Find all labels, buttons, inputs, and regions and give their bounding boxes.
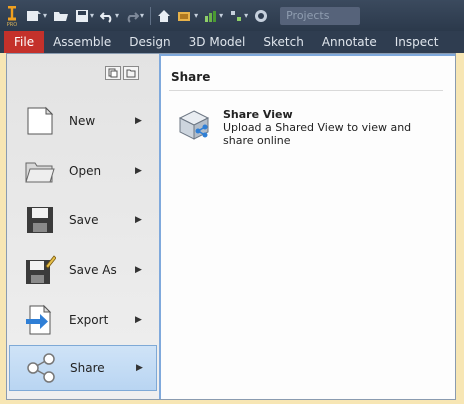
menu-item-label: Save: [69, 213, 99, 227]
submenu-arrow-icon: ▶: [135, 215, 142, 225]
chevron-down-icon[interactable]: ▾: [194, 11, 198, 20]
recent-documents-icon[interactable]: [105, 66, 121, 80]
submenu-arrow-icon: ▶: [135, 265, 142, 275]
submenu-arrow-icon: ▶: [135, 315, 142, 325]
file-menu-panel: New ▶ Open ▶ Save ▶ Save As ▶ Export ▶ S…: [6, 53, 456, 400]
chevron-down-icon[interactable]: ▾: [219, 11, 223, 20]
divider: [169, 90, 443, 91]
chevron-down-icon[interactable]: ▾: [115, 11, 119, 20]
select-icon[interactable]: ▾: [229, 6, 248, 26]
menu-item-label: Save As: [69, 263, 117, 277]
open-folder-icon: [23, 154, 57, 188]
project-selector[interactable]: Projects: [280, 6, 361, 25]
app-logo-icon: PRO: [4, 4, 20, 28]
tab-file[interactable]: File: [4, 31, 45, 53]
open-icon[interactable]: [53, 6, 69, 26]
tab-inspect[interactable]: Inspect: [386, 31, 448, 53]
menu-item-share[interactable]: Share ▶: [9, 345, 157, 391]
new-icon[interactable]: ▾: [26, 6, 47, 26]
submenu-arrow-icon: ▶: [136, 363, 143, 373]
share-submenu: Share Share View Upload a Shared View to…: [159, 54, 455, 399]
tab-assemble[interactable]: Assemble: [44, 31, 120, 53]
ribbon-tabs: File Assemble Design 3D Model Sketch Ann…: [0, 31, 464, 53]
menu-item-export[interactable]: Export ▶: [9, 297, 157, 343]
save-disk-icon: [23, 203, 57, 237]
chevron-down-icon[interactable]: ▾: [140, 11, 144, 20]
menu-item-new[interactable]: New ▶: [9, 98, 157, 144]
menu-item-label: New: [69, 114, 96, 128]
save-as-icon: [23, 253, 57, 287]
tab-design[interactable]: Design: [120, 31, 179, 53]
quick-access-toolbar: PRO ▾ ▾ ▾ ▾ ▾ ▾ ▾ Projects: [0, 0, 464, 31]
export-icon: [23, 303, 57, 337]
appearance-icon[interactable]: [254, 6, 268, 26]
share-view-title: Share View: [223, 108, 293, 121]
home-icon[interactable]: [157, 6, 171, 26]
tab-annotate[interactable]: Annotate: [313, 31, 386, 53]
chevron-down-icon[interactable]: ▾: [90, 11, 94, 20]
save-icon[interactable]: ▾: [75, 6, 94, 26]
submenu-arrow-icon: ▶: [135, 166, 142, 176]
tab-sketch[interactable]: Sketch: [254, 31, 312, 53]
view-buttons: [105, 66, 139, 80]
menu-item-label: Export: [69, 313, 109, 327]
menu-item-label: Open: [69, 164, 102, 178]
redo-icon[interactable]: ▾: [125, 6, 144, 26]
submenu-title: Share: [171, 70, 211, 84]
new-document-icon: [23, 104, 57, 138]
properties-icon[interactable]: ▾: [204, 6, 223, 26]
shared-view-icon: [177, 108, 211, 142]
share-view-description: Upload a Shared View to view and share o…: [223, 121, 412, 147]
menu-item-save-as[interactable]: Save As ▶: [9, 247, 157, 293]
tab-3d-model[interactable]: 3D Model: [180, 31, 255, 53]
menu-item-label: Share: [70, 361, 105, 375]
undo-icon[interactable]: ▾: [100, 6, 119, 26]
menu-item-open[interactable]: Open ▶: [9, 148, 157, 194]
menu-item-save[interactable]: Save ▶: [9, 197, 157, 243]
open-documents-icon[interactable]: [123, 66, 139, 80]
toolbar-separator: [150, 6, 152, 25]
share-icon: [24, 351, 58, 385]
update-icon[interactable]: ▾: [177, 6, 198, 26]
submenu-arrow-icon: ▶: [135, 116, 142, 126]
share-view-option[interactable]: Share View Upload a Shared View to view …: [177, 108, 433, 147]
chevron-down-icon[interactable]: ▾: [244, 11, 248, 20]
file-menu-commands: New ▶ Open ▶ Save ▶ Save As ▶ Export ▶ S…: [7, 54, 159, 399]
application-window: PRO ▾ ▾ ▾ ▾ ▾ ▾ ▾ Projects File Assemble…: [0, 0, 464, 404]
chevron-down-icon[interactable]: ▾: [43, 11, 47, 20]
